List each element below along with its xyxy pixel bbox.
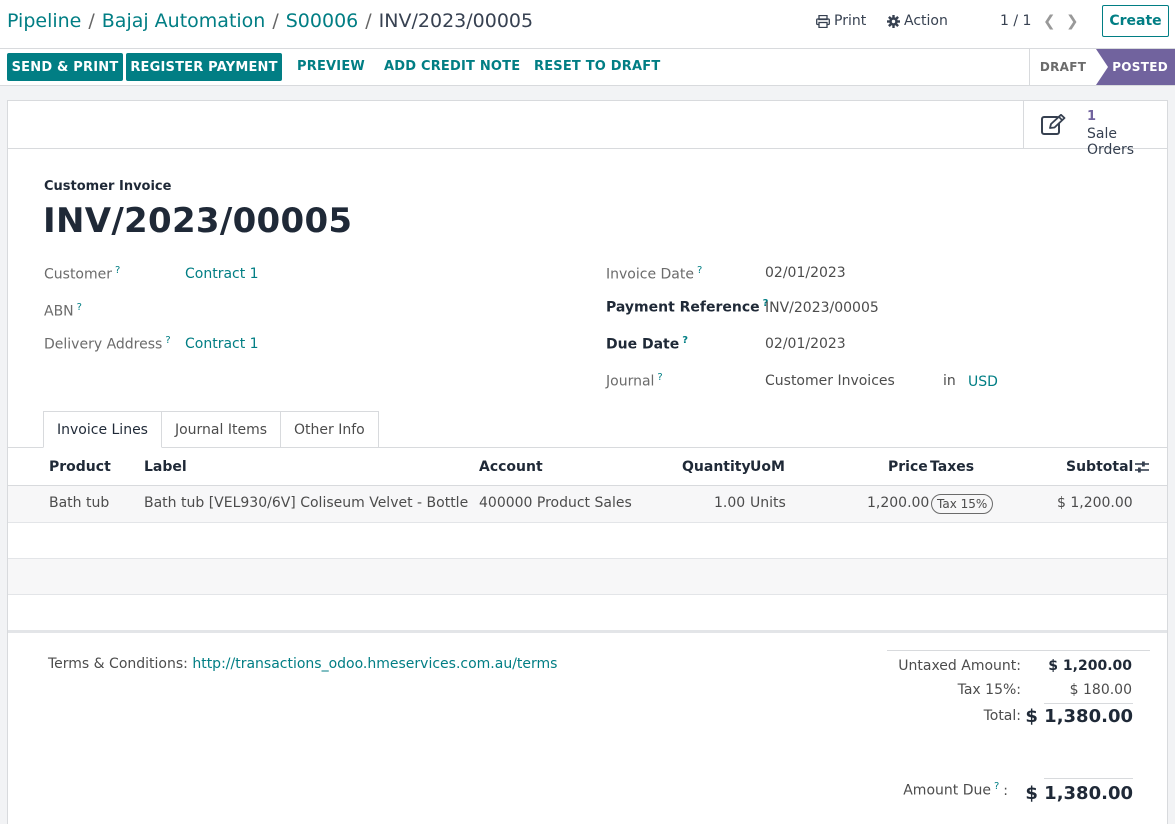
help-icon[interactable]: ? xyxy=(657,372,662,383)
table-bottom-border xyxy=(8,631,1167,633)
untaxed-amount-label: Untaxed Amount: xyxy=(898,658,1021,674)
total-divider xyxy=(1044,703,1133,704)
column-label[interactable]: Label xyxy=(144,459,187,475)
currency-field[interactable]: USD xyxy=(968,374,998,390)
journal-field[interactable]: Customer Invoices xyxy=(765,373,895,389)
print-label: Print xyxy=(834,13,867,29)
preview-button[interactable]: PREVIEW xyxy=(297,59,365,74)
invoice-number: INV/2023/00005 xyxy=(43,201,353,241)
due-date-label: Due Date? xyxy=(606,335,689,353)
breadcrumb-separator: / xyxy=(272,10,279,32)
total-label: Total: xyxy=(983,708,1021,724)
terms-link[interactable]: http://transactions_odoo.hmeservices.com… xyxy=(192,656,557,672)
row-subtotal: $ 1,200.00 xyxy=(1057,495,1133,511)
column-price[interactable]: Price xyxy=(888,459,928,475)
column-quantity[interactable]: Quantity xyxy=(682,459,751,475)
printer-icon xyxy=(816,14,830,28)
button-bar: SEND & PRINT REGISTER PAYMENT PREVIEW AD… xyxy=(0,49,1175,86)
table-empty-row xyxy=(8,595,1167,631)
column-uom[interactable]: UoM xyxy=(750,459,785,475)
breadcrumb-sale-order[interactable]: S00006 xyxy=(286,10,359,32)
row-price: 1,200.00 xyxy=(867,495,930,511)
column-subtotal[interactable]: Subtotal xyxy=(1066,459,1133,475)
journal-label: Journal? xyxy=(606,372,663,390)
payment-reference-label: Payment Reference? xyxy=(606,298,769,316)
amount-due-value: $ 1,380.00 xyxy=(1025,783,1133,804)
row-label: Bath tub [VEL930/6V] Coliseum Velvet - B… xyxy=(144,495,469,511)
row-uom: Units xyxy=(750,495,786,511)
tab-journal-items[interactable]: Journal Items xyxy=(161,411,282,448)
action-label: Action xyxy=(904,13,948,29)
sale-orders-count: 1 xyxy=(1087,109,1097,124)
edit-icon xyxy=(1041,114,1066,135)
abn-label: ABN? xyxy=(44,302,82,320)
untaxed-amount-value: $ 1,200.00 xyxy=(1048,658,1132,674)
tab-other-info[interactable]: Other Info xyxy=(281,411,379,448)
table-empty-row xyxy=(8,523,1167,559)
row-account: 400000 Product Sales xyxy=(479,495,632,511)
invoice-date-label: Invoice Date? xyxy=(606,265,703,283)
sale-orders-label: Sale Orders xyxy=(1087,126,1135,158)
amount-due-label: Amount Due?: xyxy=(903,781,1008,799)
breadcrumb-pipeline[interactable]: Pipeline xyxy=(7,10,81,32)
delivery-address-field[interactable]: Contract 1 xyxy=(185,336,259,352)
notebook-tabs: Invoice Lines Journal Items Other Info xyxy=(43,411,379,448)
due-date-field[interactable]: 02/01/2023 xyxy=(765,336,846,352)
invoice-type: Customer Invoice xyxy=(44,179,172,194)
status-draft[interactable]: DRAFT xyxy=(1029,49,1096,85)
send-print-button[interactable]: SEND & PRINT xyxy=(7,53,123,81)
gear-icon xyxy=(887,14,900,28)
control-panel: Pipeline / Bajaj Automation / S00006 / INV/202… xyxy=(0,0,1175,49)
customer-label: Customer? xyxy=(44,265,121,283)
status-posted: POSTED xyxy=(1096,49,1175,85)
payment-reference-field[interactable]: INV/2023/00005 xyxy=(765,300,879,316)
journal-in-text: in xyxy=(943,373,956,389)
amount-due-divider xyxy=(1044,778,1133,779)
register-payment-button[interactable]: REGISTER PAYMENT xyxy=(126,53,282,81)
column-product[interactable]: Product xyxy=(49,459,111,475)
sale-orders-smart-button[interactable]: 1 Sale Orders xyxy=(1023,101,1167,158)
row-product: Bath tub xyxy=(49,495,110,511)
tax-value: $ 180.00 xyxy=(1069,682,1132,698)
totals-divider xyxy=(887,650,1150,651)
pager-previous-icon[interactable]: ❮ xyxy=(1043,12,1056,30)
table-empty-row xyxy=(8,559,1167,595)
create-button[interactable]: Create xyxy=(1102,5,1169,37)
terms-label: Terms & Conditions: xyxy=(48,656,188,672)
pager-value[interactable]: 1 / 1 xyxy=(1000,13,1031,29)
breadcrumb-current: INV/2023/00005 xyxy=(378,10,534,32)
breadcrumb: Pipeline / Bajaj Automation / S00006 / INV/202… xyxy=(7,10,533,32)
table-header: Product Label Account Quantity UoM Price… xyxy=(8,448,1167,486)
breadcrumb-separator: / xyxy=(365,10,372,32)
row-quantity: 1.00 xyxy=(714,495,746,511)
breadcrumb-customer[interactable]: Bajaj Automation xyxy=(102,10,266,32)
breadcrumb-separator: / xyxy=(88,10,95,32)
optional-columns-icon[interactable] xyxy=(1134,460,1150,474)
print-button[interactable]: Print xyxy=(816,13,866,29)
pager-next-icon[interactable]: ❯ xyxy=(1066,12,1079,30)
tax-badge: Tax 15% xyxy=(931,494,994,514)
reset-to-draft-button[interactable]: RESET TO DRAFT xyxy=(534,59,660,74)
column-account[interactable]: Account xyxy=(479,459,543,475)
action-button[interactable]: Action xyxy=(887,13,948,29)
help-icon[interactable]: ? xyxy=(115,265,120,276)
invoice-date-field[interactable]: 02/01/2023 xyxy=(765,265,846,281)
tax-label: Tax 15%: xyxy=(957,682,1021,698)
add-credit-note-button[interactable]: ADD CREDIT NOTE xyxy=(384,59,520,74)
column-taxes[interactable]: Taxes xyxy=(930,459,974,475)
total-value: $ 1,380.00 xyxy=(1025,706,1133,727)
delivery-address-label: Delivery Address? xyxy=(44,335,171,353)
help-icon[interactable]: ? xyxy=(682,335,688,346)
smart-button-row: 1 Sale Orders xyxy=(8,101,1167,158)
help-icon[interactable]: ? xyxy=(697,265,702,276)
help-icon[interactable]: ? xyxy=(165,335,170,346)
help-icon[interactable]: ? xyxy=(77,302,82,313)
help-icon[interactable]: ? xyxy=(994,781,999,792)
form-sheet: 1 Sale Orders Customer Invoice INV/2023/… xyxy=(7,100,1168,824)
tab-invoice-lines[interactable]: Invoice Lines xyxy=(43,411,162,448)
table-row[interactable]: Bath tub Bath tub [VEL930/6V] Coliseum V… xyxy=(8,486,1167,523)
terms-and-conditions: Terms & Conditions: http://transactions_… xyxy=(48,656,557,672)
customer-field[interactable]: Contract 1 xyxy=(185,266,259,282)
